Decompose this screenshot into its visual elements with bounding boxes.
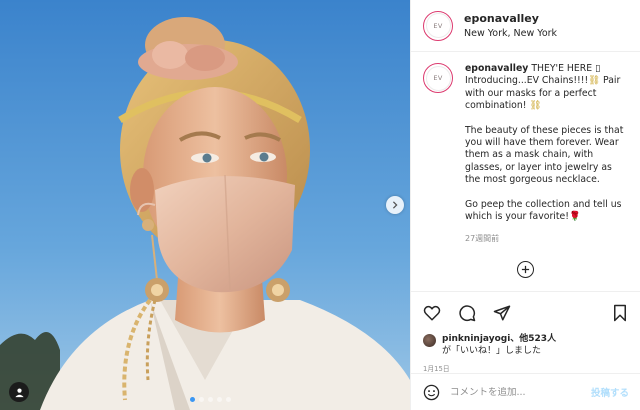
action-bar (423, 302, 629, 324)
share-icon (493, 305, 511, 321)
tagged-users-button[interactable] (9, 382, 29, 402)
caption-line-2: Introducing...EV Chains!!!! (465, 75, 589, 87)
post-header: EV eponavalley New York, New York (411, 0, 640, 52)
post-comment-button[interactable]: 投稿する (591, 385, 629, 399)
comment-box: 投稿する (411, 373, 640, 410)
post-side-panel: EV eponavalley New York, New York EV epo… (410, 0, 640, 410)
photo-illustration (0, 0, 410, 410)
chain-emoji: ⛓ (529, 100, 542, 112)
likes-summary: pinkninjayogi、他523人 が「いいね！」しました (423, 333, 629, 357)
carousel-dot (199, 397, 204, 402)
post-photo[interactable] (0, 0, 410, 410)
avatar-initials: EV (425, 65, 451, 91)
liker-avatar[interactable] (423, 334, 436, 347)
save-button[interactable] (611, 304, 629, 322)
plus-circle-icon (521, 265, 530, 274)
likes-count[interactable]: 、他523人 (510, 334, 556, 344)
missing-glyph: ▯ (595, 63, 601, 74)
next-slide-button[interactable] (386, 196, 404, 214)
actions-area: pinkninjayogi、他523人 が「いいね！」しました 1月15日 (411, 291, 640, 373)
comment-button[interactable] (458, 304, 476, 322)
rose-emoji: 🌹 (568, 211, 581, 223)
heart-icon (423, 305, 441, 321)
caption-text: eponavalley THEY'E HERE ▯ Introducing...E… (465, 63, 629, 246)
caption-paragraph-3: Go peep the collection and tell us which… (465, 198, 622, 223)
caption-row: EV eponavalley THEY'E HERE ▯ Introducing.… (423, 63, 629, 246)
smiley-icon (423, 384, 440, 400)
like-button[interactable] (423, 304, 441, 322)
header-location[interactable]: New York, New York (464, 28, 557, 39)
share-button[interactable] (493, 304, 511, 322)
avatar-initials: EV (425, 13, 451, 38)
chain-emoji: ⛓ (588, 75, 601, 87)
load-more-comments-button[interactable] (517, 261, 534, 278)
liker-username[interactable]: pinkninjayogi (442, 334, 510, 344)
carousel-dot (226, 397, 231, 402)
comment-input[interactable] (450, 386, 591, 398)
bookmark-icon (614, 304, 626, 322)
likes-suffix: が「いいね！」しました (442, 346, 542, 356)
header-username[interactable]: eponavalley (464, 12, 557, 25)
carousel-dot (217, 397, 222, 402)
carousel-dot (208, 397, 213, 402)
post-date[interactable]: 1月15日 (423, 363, 629, 373)
caption-line-1: THEY'E HERE (531, 63, 596, 74)
person-tag-icon (14, 388, 24, 397)
comments-section: EV eponavalley THEY'E HERE ▯ Introducing.… (411, 53, 640, 290)
likes-text: pinkninjayogi、他523人 が「いいね！」しました (442, 333, 556, 357)
chevron-right-icon (392, 201, 398, 209)
header-text: eponavalley New York, New York (464, 12, 557, 39)
emoji-button[interactable] (423, 384, 440, 401)
carousel-indicators (190, 397, 231, 402)
caption-avatar[interactable]: EV (423, 63, 453, 93)
carousel-dot (190, 397, 195, 402)
caption-username[interactable]: eponavalley (465, 63, 528, 74)
avatar[interactable]: EV (423, 10, 453, 41)
caption-paragraph-2: The beauty of these pieces is that you w… (465, 124, 624, 186)
comment-icon (459, 305, 476, 322)
caption-time-ago[interactable]: 27週間前 (465, 233, 629, 245)
